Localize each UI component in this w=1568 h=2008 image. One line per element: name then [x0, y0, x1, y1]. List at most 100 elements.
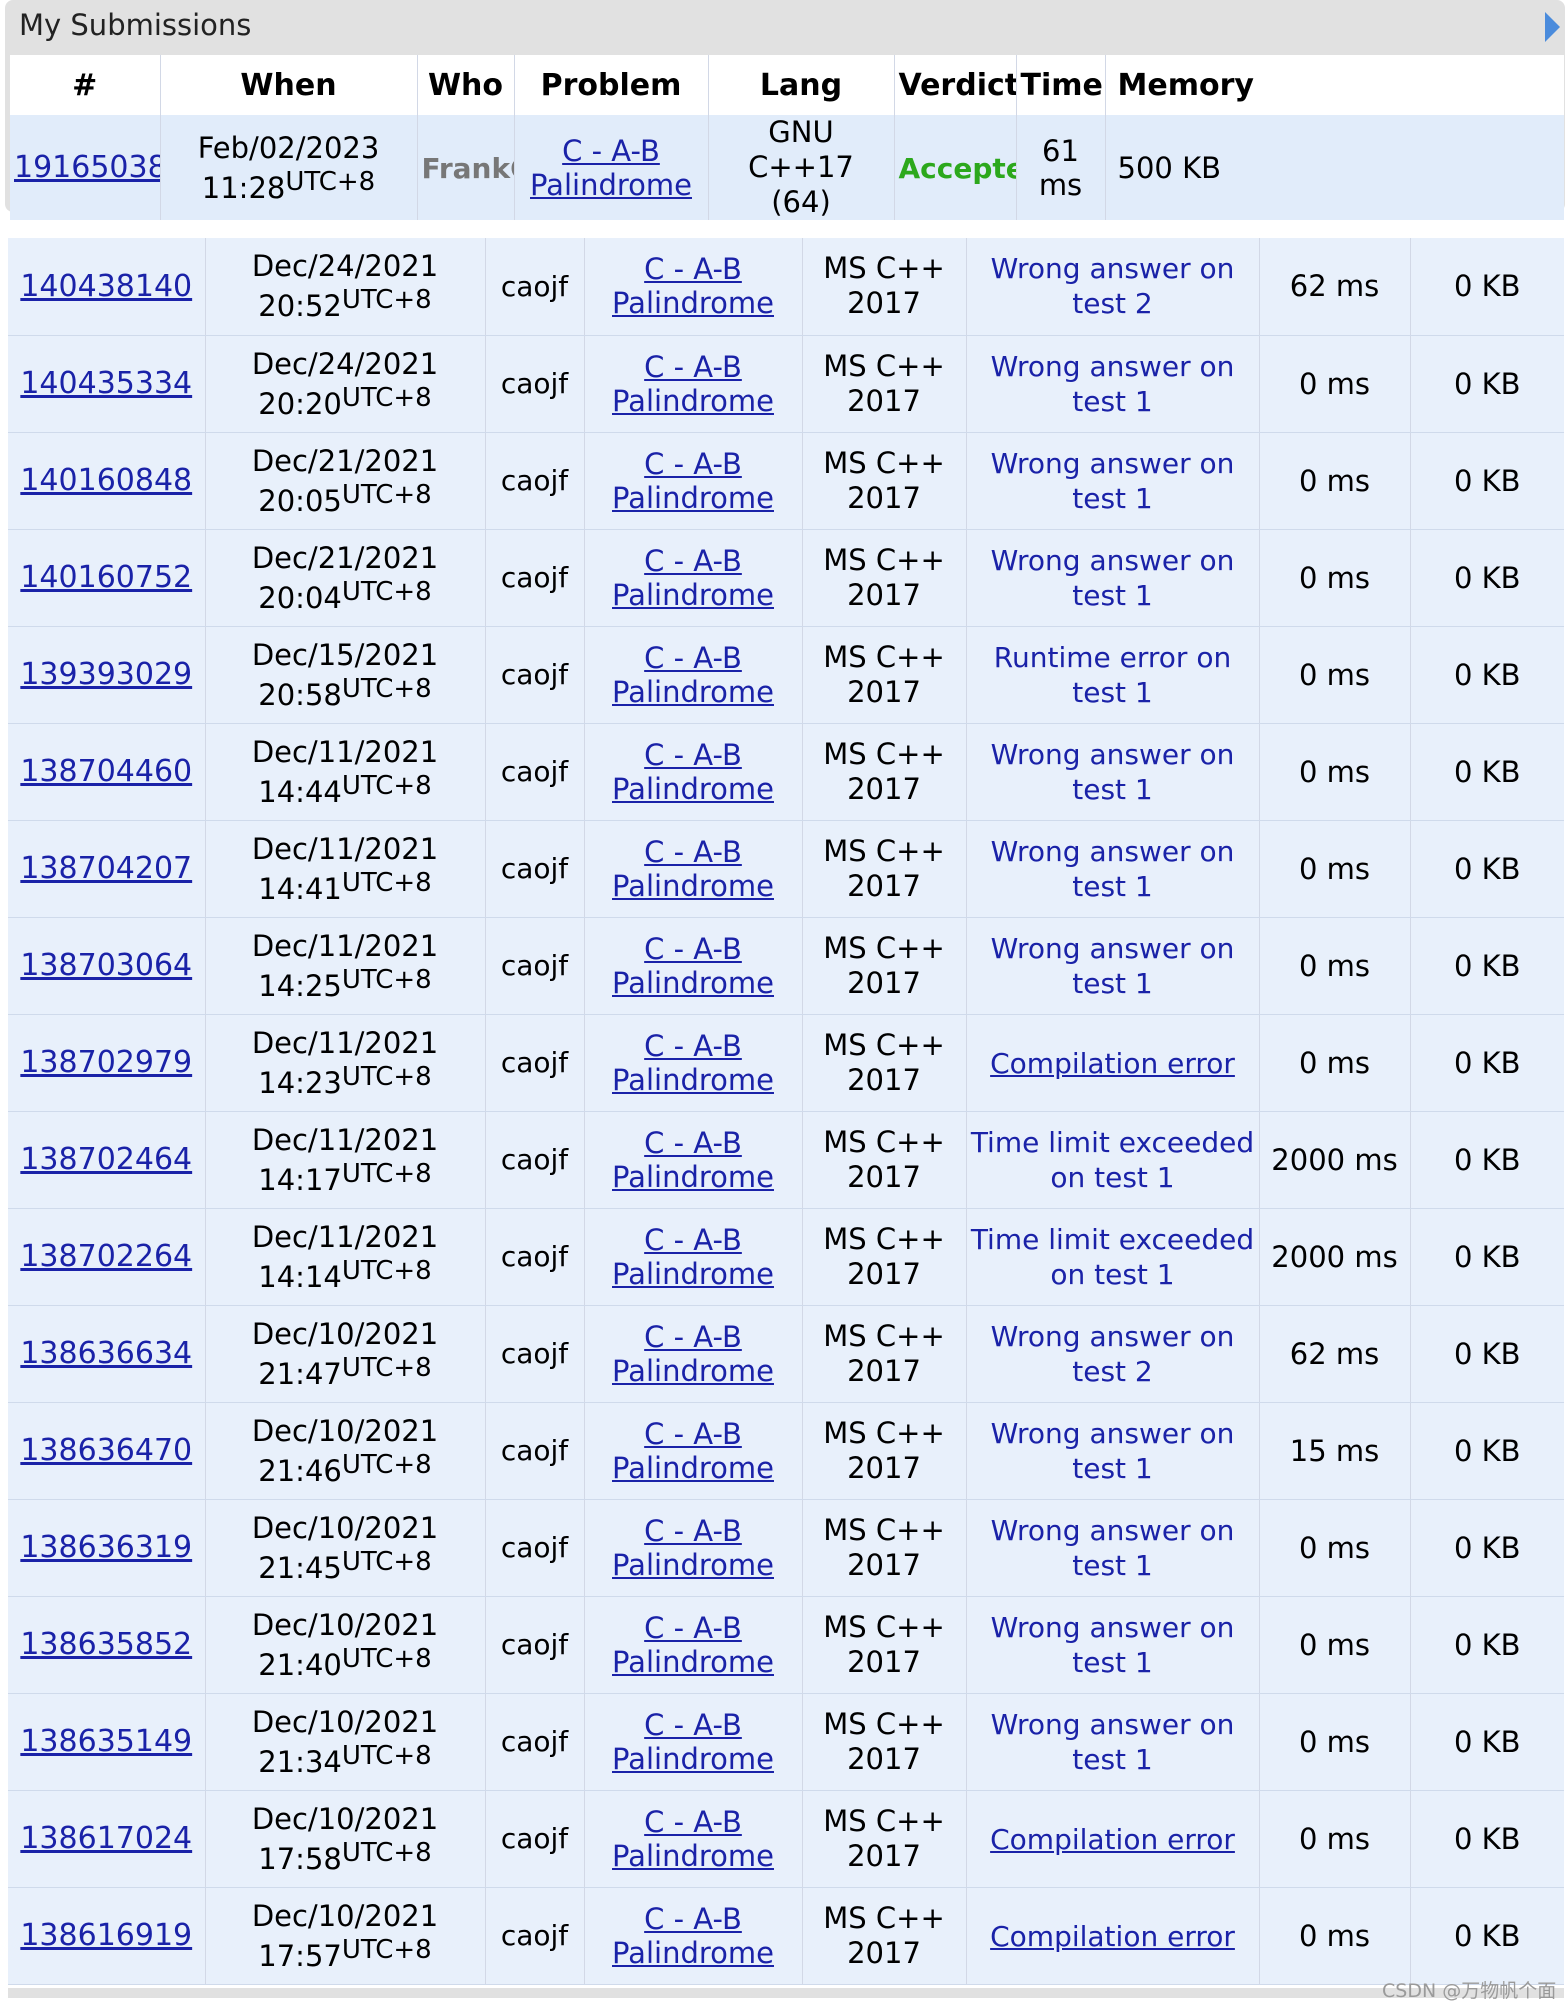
submission-date: Dec/11/2021: [251, 1122, 439, 1157]
verdict: Time limit exceeded on test 1: [970, 1125, 1255, 1194]
submissions-table: 140438140 Dec/24/2021 20:52UTC+8 caojf C - A…: [8, 238, 1564, 1985]
table-header: # When Who Problem Lang Verdict Time Mem…: [10, 55, 1564, 115]
table-row: 140160848 Dec/21/2021 20:05UTC+8 caojf C - A…: [8, 432, 1564, 530]
memory: 0 KB: [1410, 626, 1564, 724]
author-name[interactable]: caojf: [485, 1111, 585, 1209]
problem-link[interactable]: C - A-B Palindrome: [612, 1223, 774, 1291]
author-name[interactable]: caojf: [485, 723, 585, 821]
submission-date: Dec/10/2021: [251, 1801, 439, 1836]
author-name[interactable]: caojf: [485, 917, 585, 1015]
submission-time: 20:04: [258, 580, 342, 615]
problem-link[interactable]: C - A-B Palindrome: [612, 835, 774, 903]
timezone: UTC+8: [341, 576, 432, 607]
submission-time: 14:17: [258, 1162, 342, 1197]
run-time: 0 ms: [1259, 1887, 1411, 1985]
author-name[interactable]: caojf: [485, 1208, 585, 1306]
problem-link[interactable]: C - A-B Palindrome: [530, 134, 692, 202]
language: MS C++: [823, 1318, 945, 1353]
memory: 0 KB: [1410, 529, 1564, 627]
submission-id-link[interactable]: 138636470: [20, 1433, 192, 1468]
memory: 0 KB: [1410, 1499, 1564, 1597]
author-name[interactable]: caojf: [485, 1887, 585, 1985]
submission-id-link[interactable]: 138636319: [20, 1530, 192, 1565]
submission-id-link[interactable]: 138616919: [20, 1918, 192, 1953]
submission-id-link[interactable]: 138704207: [20, 851, 192, 886]
problem-link[interactable]: C - A-B Palindrome: [612, 1126, 774, 1194]
verdict-link[interactable]: Compilation error: [990, 1823, 1235, 1856]
run-time: 0 ms: [1259, 1596, 1411, 1694]
run-time: 0 ms: [1259, 917, 1411, 1015]
problem-link[interactable]: C - A-B Palindrome: [612, 1417, 774, 1485]
submission-date: Dec/15/2021: [251, 637, 439, 672]
submission-id-link[interactable]: 191650387: [14, 150, 159, 185]
author-name[interactable]: caojf: [485, 1014, 585, 1112]
problem-link[interactable]: C - A-B Palindrome: [612, 1708, 774, 1776]
problem-link[interactable]: C - A-B Palindrome: [612, 544, 774, 612]
submission-id-link[interactable]: 140438140: [20, 269, 192, 304]
problem-link[interactable]: C - A-B Palindrome: [612, 1902, 774, 1970]
run-time: 0 ms: [1259, 335, 1411, 433]
problem-link[interactable]: C - A-B Palindrome: [612, 1611, 774, 1679]
table-row: 138636319 Dec/10/2021 21:45UTC+8 caojf C - A…: [8, 1499, 1564, 1597]
submission-id-link[interactable]: 138704460: [20, 754, 192, 789]
timezone: UTC+8: [341, 964, 432, 995]
author-name[interactable]: caojf: [485, 1596, 585, 1694]
submission-id-link[interactable]: 139393029: [20, 657, 192, 692]
author-name[interactable]: caojf: [485, 1499, 585, 1597]
problem-link[interactable]: C - A-B Palindrome: [612, 932, 774, 1000]
problem-link[interactable]: C - A-B Palindrome: [612, 738, 774, 806]
author-name[interactable]: caojf: [485, 1305, 585, 1403]
verdict: Wrong answer on test 1: [990, 1610, 1235, 1679]
author-name[interactable]: caojf: [485, 1402, 585, 1500]
triangle-right-icon[interactable]: [1545, 12, 1560, 42]
table-row: 139393029 Dec/15/2021 20:58UTC+8 caojf C - A…: [8, 626, 1564, 724]
verdict-link[interactable]: Compilation error: [990, 1920, 1235, 1953]
submission-date: Dec/11/2021: [251, 1219, 439, 1254]
author-name[interactable]: caojf: [485, 432, 585, 530]
timezone: UTC+8: [285, 166, 376, 197]
author-name[interactable]: caojf: [485, 335, 585, 433]
submission-time: 21:45: [258, 1550, 342, 1585]
language: MS C++: [823, 930, 945, 965]
author-name[interactable]: caojf: [485, 238, 585, 336]
watermark: CSDN @万物帆个面: [1382, 1980, 1557, 2002]
author-name[interactable]: caojf: [485, 529, 585, 627]
submission-id-link[interactable]: 138635149: [20, 1724, 192, 1759]
submission-id-link[interactable]: 138635852: [20, 1627, 192, 1662]
problem-link[interactable]: C - A-B Palindrome: [612, 1514, 774, 1582]
author-name[interactable]: caojf: [485, 626, 585, 724]
author-name[interactable]: caojf: [485, 820, 585, 918]
submission-time: 14:14: [258, 1259, 342, 1294]
problem-link[interactable]: C - A-B Palindrome: [612, 447, 774, 515]
table-row: 138617024 Dec/10/2021 17:58UTC+8 caojf C - A…: [8, 1790, 1564, 1888]
section-title: My Submissions: [19, 8, 252, 42]
author-name[interactable]: caojf: [485, 1790, 585, 1888]
run-time: 62 ms: [1259, 1305, 1411, 1403]
submission-time: 17:58: [258, 1841, 342, 1876]
submission-time: 20:20: [258, 386, 342, 421]
timezone: UTC+8: [341, 1546, 432, 1577]
problem-link[interactable]: C - A-B Palindrome: [612, 252, 774, 320]
problem-link[interactable]: C - A-B Palindrome: [612, 1805, 774, 1873]
submission-id-link[interactable]: 138702979: [20, 1045, 192, 1080]
submission-id-link[interactable]: 138617024: [20, 1821, 192, 1856]
problem-link[interactable]: C - A-B Palindrome: [612, 641, 774, 709]
problem-link[interactable]: C - A-B Palindrome: [612, 350, 774, 418]
submission-id-link[interactable]: 138702264: [20, 1239, 192, 1274]
submission-id-link[interactable]: 138702464: [20, 1142, 192, 1177]
run-time: 0 ms: [1259, 1790, 1411, 1888]
language: MS C++: [823, 348, 945, 383]
submission-id-link[interactable]: 140160752: [20, 560, 192, 595]
column-header: Lang: [708, 55, 895, 115]
author-name[interactable]: caojf: [485, 1693, 585, 1791]
submission-id-link[interactable]: 140435334: [20, 366, 192, 401]
author-name[interactable]: FrankC: [422, 152, 514, 185]
submission-id-link[interactable]: 140160848: [20, 463, 192, 498]
problem-link[interactable]: C - A-B Palindrome: [612, 1029, 774, 1097]
table-row: 138635149 Dec/10/2021 21:34UTC+8 caojf C - A…: [8, 1693, 1564, 1791]
submission-id-link[interactable]: 138703064: [20, 948, 192, 983]
submission-id-link[interactable]: 138636634: [20, 1336, 192, 1371]
panel-bottom: [8, 1988, 1564, 1998]
verdict-link[interactable]: Compilation error: [990, 1047, 1235, 1080]
problem-link[interactable]: C - A-B Palindrome: [612, 1320, 774, 1388]
